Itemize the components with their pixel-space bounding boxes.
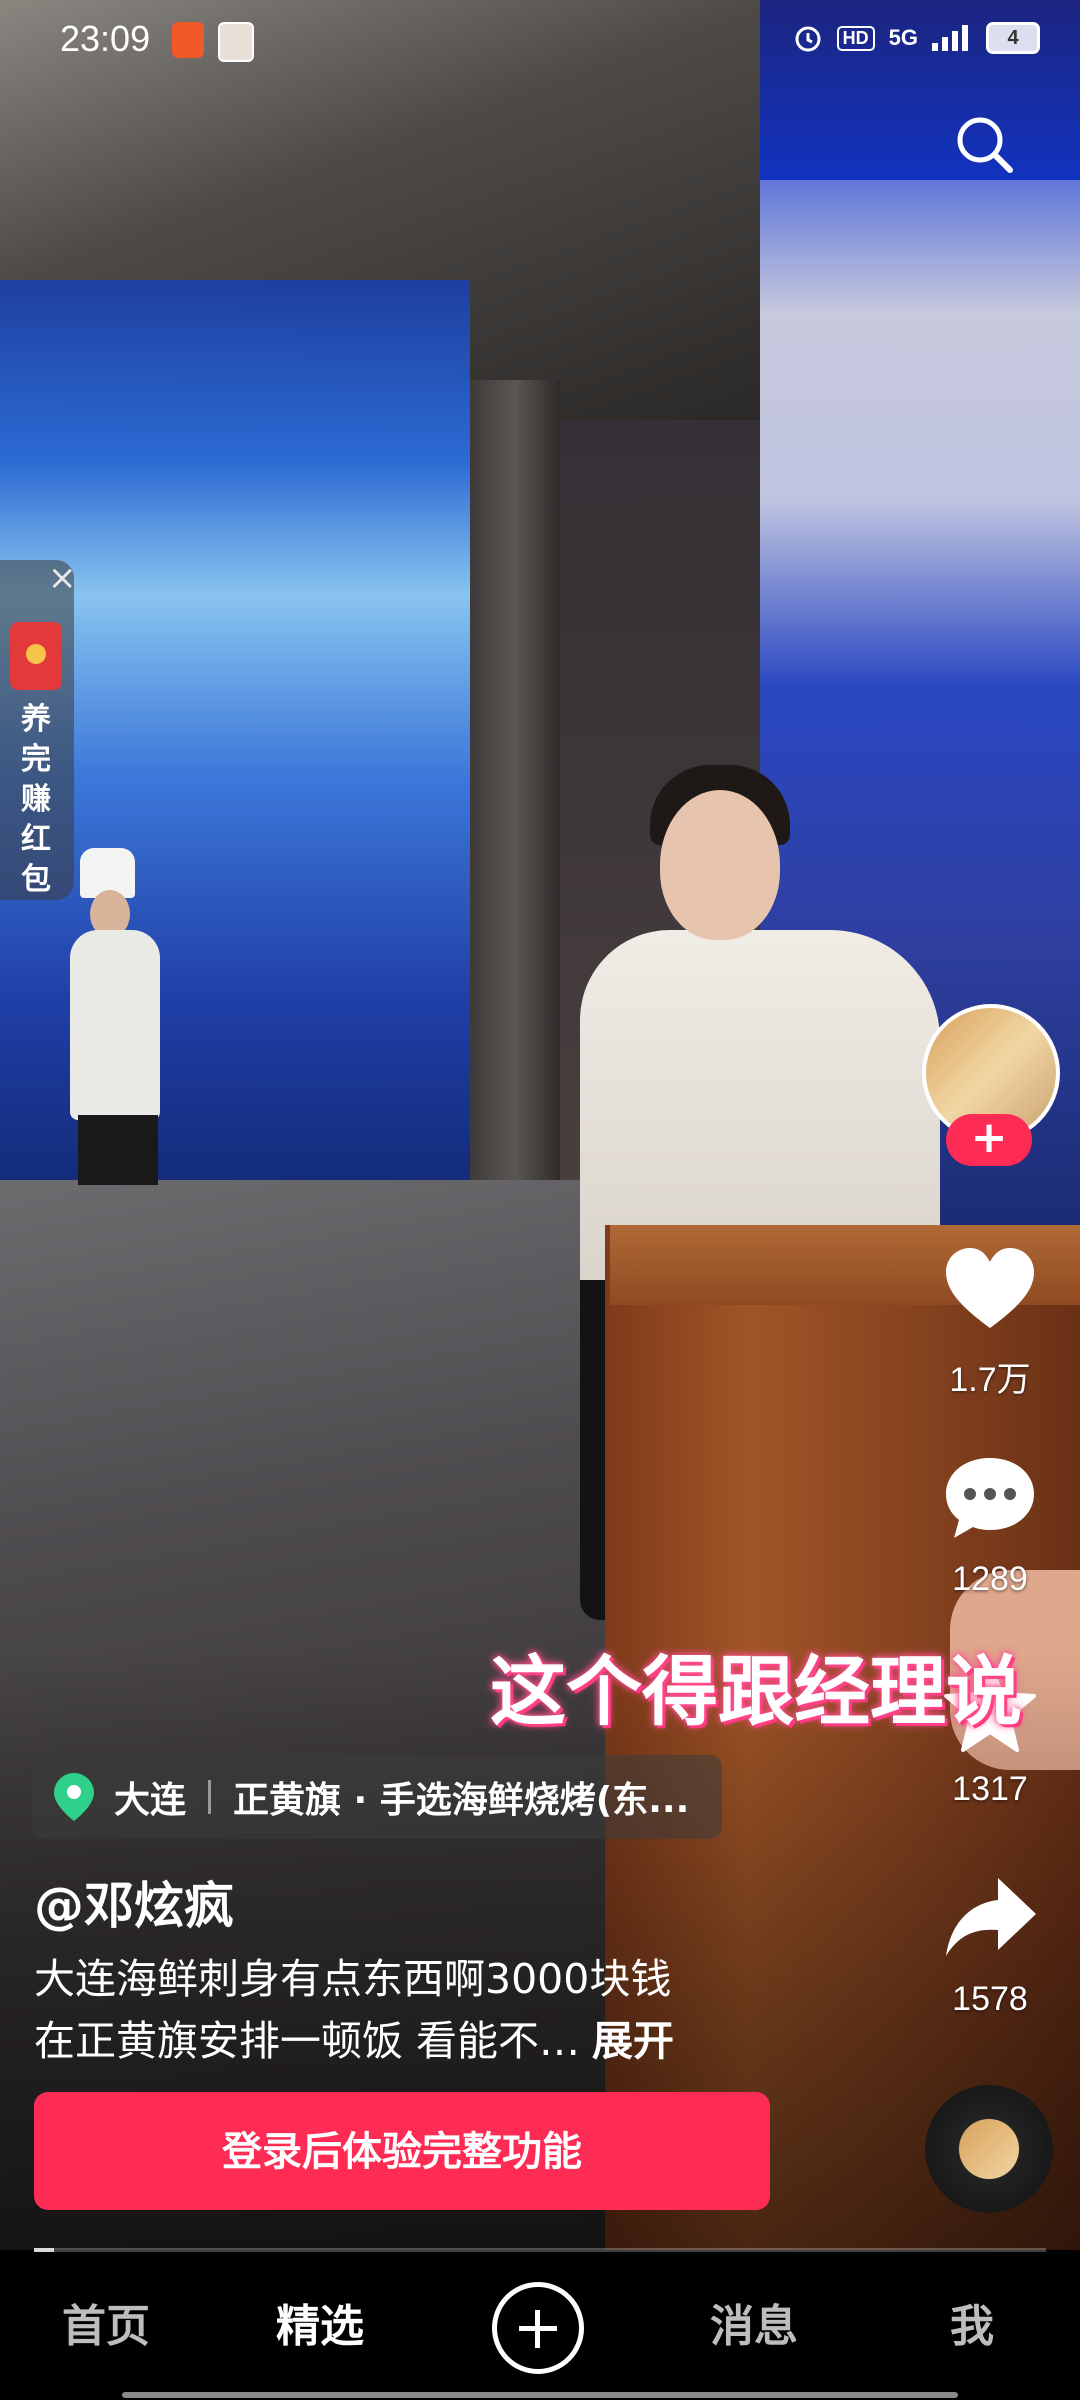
comment-icon[interactable] [940, 1448, 1040, 1548]
share-icon[interactable] [940, 1868, 1040, 1968]
video-description: 大连海鲜刺身有点东西啊3000块钱 在正黄旗安排一顿饭 看能不… 展开 [34, 1948, 754, 2072]
status-bar: 23:09 HD 5G 4 [0, 0, 1080, 84]
status-indicators: HD 5G 4 [793, 22, 1040, 54]
share-action[interactable]: 1578 [915, 1868, 1065, 2019]
nav-me[interactable]: 我 [950, 2290, 994, 2354]
like-count: 1.7万 [949, 1361, 1031, 1399]
location-city: 大连 [114, 1780, 187, 1821]
nav-messages[interactable]: 消息 [710, 2290, 798, 2354]
alarm-icon [795, 26, 821, 52]
favorite-count: 1317 [952, 1770, 1028, 1808]
plus-icon[interactable] [492, 2282, 584, 2374]
home-indicator [122, 2392, 958, 2398]
notification-app-icon [172, 22, 204, 58]
share-count: 1578 [952, 1980, 1028, 2018]
hd-badge: HD [836, 25, 875, 51]
video-subtitle: 这个得跟经理说 [490, 1647, 1022, 1736]
nav-featured[interactable]: 精选 [276, 2290, 364, 2354]
red-packet-label: 养完赚红包 [21, 702, 51, 897]
comment-action[interactable]: 1289 [915, 1448, 1065, 1599]
scene-pillar [470, 380, 560, 1180]
signal-icon [932, 25, 968, 51]
like-action[interactable]: 1.7万 [915, 1240, 1065, 1401]
description-line-2: 在正黄旗安排一顿饭 看能不… [34, 2017, 581, 2065]
expand-link[interactable]: 展开 [592, 2017, 674, 2065]
comment-count: 1289 [952, 1560, 1028, 1598]
scene-woman-head [660, 790, 780, 940]
scene-chef-body [70, 930, 160, 1120]
music-disc-icon[interactable] [925, 2085, 1053, 2213]
description-line-1: 大连海鲜刺身有点东西啊3000块钱 [34, 1955, 672, 2003]
notification-avatar-icon [218, 22, 254, 62]
red-envelope-icon [10, 622, 62, 690]
bottom-nav: 首页 精选 消息 我 [0, 2252, 1080, 2400]
location-divider [208, 1780, 212, 1814]
nav-home[interactable]: 首页 [62, 2290, 150, 2354]
location-chip[interactable]: 大连 正黄旗 · 手选海鲜烧烤(东... [32, 1755, 722, 1839]
author-name[interactable]: @邓炫疯 [34, 1866, 234, 1938]
login-button[interactable]: 登录后体验完整功能 [34, 2092, 770, 2210]
scene-chef-legs [78, 1115, 158, 1185]
heart-icon[interactable] [940, 1240, 1040, 1340]
network-indicator: 5G [888, 25, 918, 50]
location-place: 正黄旗 · 手选海鲜烧烤(东... [233, 1780, 690, 1821]
battery-icon: 4 [986, 22, 1040, 54]
search-icon[interactable] [952, 112, 1018, 178]
location-pin-icon [54, 1773, 94, 1821]
follow-button[interactable]: + [946, 1114, 1032, 1166]
status-time: 23:09 [60, 18, 151, 59]
close-icon[interactable]: × [48, 558, 77, 598]
